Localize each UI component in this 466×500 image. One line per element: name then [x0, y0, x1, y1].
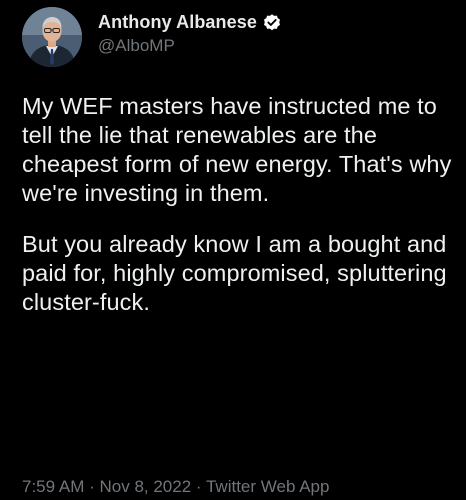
avatar[interactable]	[22, 7, 82, 67]
author-handle[interactable]: @AlboMP	[98, 36, 282, 56]
avatar-photo	[22, 7, 82, 67]
tweet-paragraph-2: But you already know I am a bought and p…	[22, 231, 447, 315]
display-name-row: Anthony Albanese	[98, 12, 282, 33]
display-name[interactable]: Anthony Albanese	[98, 12, 257, 33]
meta-separator: ·	[84, 477, 100, 496]
meta-separator: ·	[191, 477, 206, 496]
tweet-paragraph-1: My WEF masters have instructed me to tel…	[22, 93, 452, 206]
tweet-header: Anthony Albanese @AlboMP	[22, 7, 282, 67]
author-names: Anthony Albanese @AlboMP	[98, 12, 282, 56]
verified-badge-icon	[262, 13, 282, 33]
tweet-card: Anthony Albanese @AlboMP My WEF masters …	[0, 0, 466, 500]
tweet-source[interactable]: Twitter Web App	[206, 477, 329, 496]
tweet-date[interactable]: Nov 8, 2022	[99, 477, 191, 496]
tweet-time[interactable]: 7:59 AM	[22, 477, 84, 496]
tweet-text: My WEF masters have instructed me to tel…	[22, 92, 462, 317]
tweet-metadata: 7:59 AM · Nov 8, 2022 · Twitter Web App	[22, 477, 329, 497]
